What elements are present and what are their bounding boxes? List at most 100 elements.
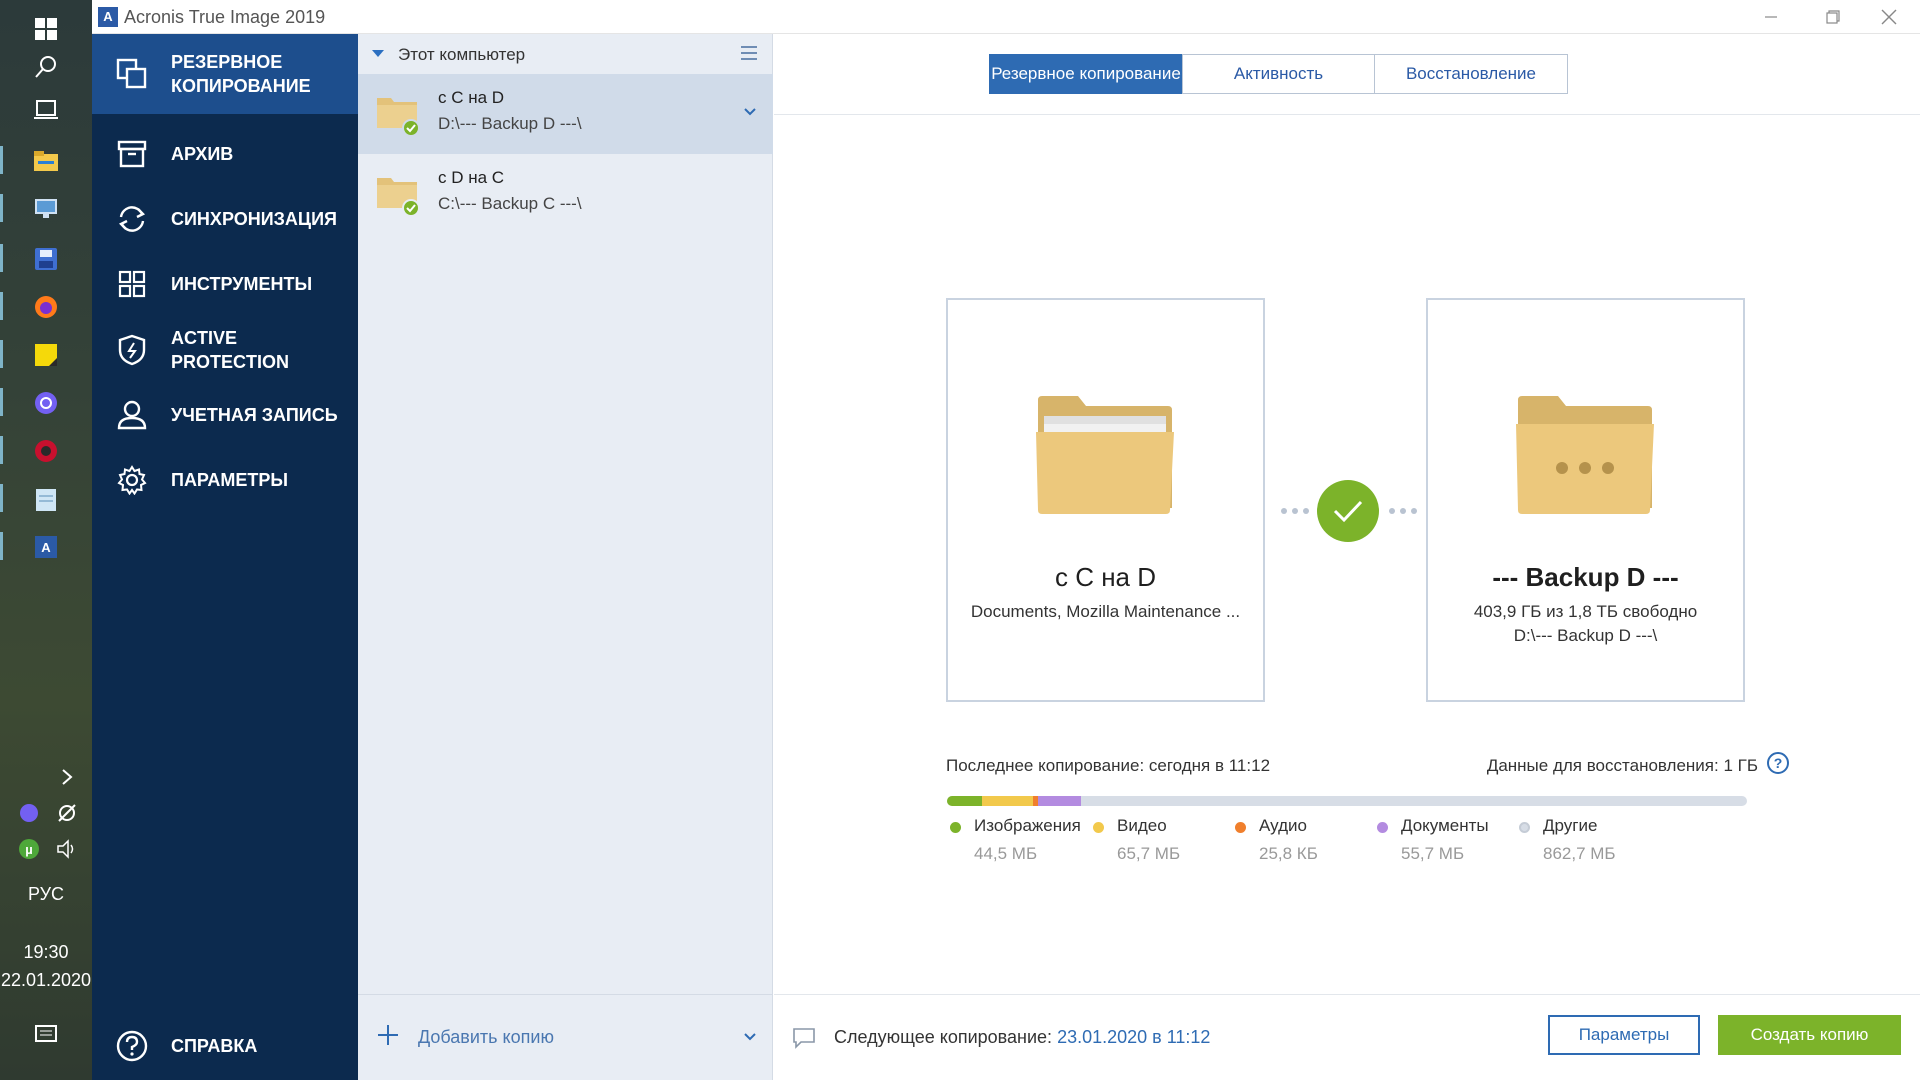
viber-tray-icon[interactable] bbox=[14, 798, 44, 828]
backup-item-path: C:\--- Backup C ---\ bbox=[438, 194, 582, 213]
backup-ok-check-icon bbox=[1317, 480, 1379, 542]
nav-label: ACTIVE PROTECTION bbox=[171, 328, 290, 372]
nav-label: ИНСТРУМЕНТЫ bbox=[171, 274, 313, 294]
next-copy-date-link[interactable]: 23.01.2020 в 11:12 bbox=[1057, 1027, 1210, 1047]
source-title: с С на D bbox=[1054, 562, 1157, 592]
running-indicator bbox=[0, 292, 3, 320]
backup-list-header[interactable]: Этот компьютер bbox=[358, 34, 773, 74]
acronis-icon[interactable]: A bbox=[31, 532, 61, 562]
nav-item-help[interactable]: СПРАВКА bbox=[92, 1006, 358, 1080]
backup-group-label: Этот компьютер bbox=[398, 45, 526, 64]
legend-category-name: Видео bbox=[1117, 816, 1167, 835]
remote-desktop-icon[interactable] bbox=[31, 194, 61, 224]
network-tray-icon[interactable] bbox=[52, 798, 82, 828]
backup-folder-ok-icon bbox=[377, 172, 421, 221]
usage-segment bbox=[947, 796, 982, 806]
running-indicator bbox=[0, 388, 3, 416]
main-content: Резервное копирование Активность Восстан… bbox=[774, 34, 1920, 1080]
backup-folder-ok-icon bbox=[377, 92, 421, 141]
source-card[interactable]: с С на D Documents, Mozilla Maintenance … bbox=[946, 298, 1265, 702]
hamburger-menu-icon[interactable] bbox=[741, 46, 757, 60]
collapse-caret-icon[interactable] bbox=[372, 50, 384, 57]
create-backup-button[interactable]: Создать копию bbox=[1718, 1015, 1901, 1055]
floppy-save-icon[interactable] bbox=[31, 244, 61, 274]
nav-item-settings[interactable]: ПАРАМЕТРЫ bbox=[92, 440, 358, 520]
running-indicator bbox=[0, 532, 3, 560]
nav-label: ПАРАМЕТРЫ bbox=[171, 470, 288, 490]
utorrent-tray-icon[interactable]: µ bbox=[14, 834, 44, 864]
next-copy-status: Следующее копирование: 23.01.2020 в 11:1… bbox=[834, 1027, 1210, 1048]
plus-icon[interactable] bbox=[376, 1023, 400, 1052]
legend-category-size: 25,8 КБ bbox=[1259, 844, 1318, 863]
close-button[interactable] bbox=[1858, 0, 1920, 34]
file-explorer-icon[interactable] bbox=[31, 146, 61, 176]
archive-box-icon bbox=[115, 137, 149, 171]
minimize-button[interactable] bbox=[1740, 0, 1802, 34]
notifications-icon[interactable] bbox=[31, 1020, 61, 1050]
backup-item-title: с D на С bbox=[438, 168, 505, 187]
running-indicator bbox=[0, 146, 3, 174]
notepad-icon[interactable] bbox=[31, 484, 61, 514]
bottom-action-bar: Следующее копирование: 23.01.2020 в 11:1… bbox=[774, 994, 1920, 1080]
search-icon[interactable] bbox=[31, 52, 61, 82]
storage-usage-bar bbox=[947, 796, 1747, 806]
add-backup-button[interactable]: Добавить копию bbox=[418, 1027, 554, 1048]
running-indicator bbox=[0, 194, 3, 222]
destination-card[interactable]: --- Backup D --- 403,9 ГБ из 1,8 ТБ своб… bbox=[1426, 298, 1745, 702]
backup-item-path: D:\--- Backup D ---\ bbox=[438, 114, 582, 133]
comment-icon[interactable] bbox=[792, 1027, 816, 1054]
chevron-down-icon[interactable] bbox=[743, 104, 757, 122]
recovery-data-size: Данные для восстановления: 1 ГБ bbox=[1486, 756, 1758, 775]
nav-label: УЧЕТНАЯ ЗАПИСЬ bbox=[171, 405, 338, 425]
viber-icon[interactable] bbox=[31, 388, 61, 418]
last-copy-status: Последнее копирование: сегодня в 11:12 bbox=[946, 756, 1271, 775]
running-indicator bbox=[0, 436, 3, 464]
settings-gear-icon bbox=[115, 463, 149, 497]
legend-category-name: Другие bbox=[1543, 816, 1598, 835]
tab-activity[interactable]: Активность bbox=[1182, 54, 1375, 94]
tabs-row: Резервное копирование Активность Восстан… bbox=[774, 34, 1920, 115]
clock-date[interactable]: 22.01.2020 bbox=[0, 970, 92, 991]
destination-path: D:\--- Backup D ---\ bbox=[1513, 626, 1658, 645]
parameters-button[interactable]: Параметры bbox=[1548, 1015, 1700, 1055]
tab-backup[interactable]: Резервное копирование bbox=[989, 54, 1183, 94]
windows-start-icon[interactable] bbox=[31, 14, 61, 44]
sticky-notes-icon[interactable] bbox=[31, 340, 61, 370]
nav-label: РЕЗЕРВНОЕ КОПИРОВАНИЕ bbox=[171, 52, 311, 96]
backup-item[interactable]: с С на D D:\--- Backup D ---\ bbox=[358, 74, 773, 154]
legend-color-dot bbox=[950, 822, 961, 833]
legend-category-size: 862,7 МБ bbox=[1543, 844, 1616, 863]
legend-category-size: 55,7 МБ bbox=[1401, 844, 1465, 863]
add-backup-bar[interactable]: Добавить копию bbox=[358, 994, 773, 1080]
svg-text:A: A bbox=[41, 540, 51, 555]
account-user-icon bbox=[115, 398, 149, 432]
backup-item[interactable]: с D на С C:\--- Backup C ---\ bbox=[358, 154, 773, 234]
media-app-icon[interactable] bbox=[31, 436, 61, 466]
running-indicator bbox=[0, 340, 3, 368]
nav-item-backup[interactable]: РЕЗЕРВНОЕ КОПИРОВАНИЕ bbox=[92, 34, 358, 114]
windows-taskbar: A µ РУС 19:30 22.01.2020 bbox=[0, 0, 92, 1080]
volume-tray-icon[interactable] bbox=[52, 834, 82, 864]
help-info-icon[interactable]: ? bbox=[1767, 752, 1789, 774]
nav-label: АРХИВ bbox=[171, 144, 234, 164]
running-indicator bbox=[0, 484, 3, 512]
acronis-logo-icon: A bbox=[98, 7, 118, 27]
show-hidden-icons-chevron[interactable] bbox=[52, 762, 82, 792]
tab-recovery[interactable]: Восстановление bbox=[1374, 54, 1568, 94]
legend-color-dot bbox=[1519, 822, 1530, 833]
svg-text:µ: µ bbox=[25, 842, 33, 857]
usage-segment bbox=[1037, 796, 1081, 806]
shield-icon bbox=[115, 333, 149, 367]
chevron-down-icon[interactable] bbox=[743, 1029, 757, 1047]
task-view-icon[interactable] bbox=[31, 94, 61, 124]
backup-item-title: с С на D bbox=[438, 88, 505, 107]
tools-grid-icon bbox=[115, 267, 149, 301]
restore-button[interactable] bbox=[1802, 0, 1864, 34]
window-titlebar: A Acronis True Image 2019 bbox=[92, 0, 1920, 34]
running-indicator bbox=[0, 244, 3, 272]
clock-time[interactable]: 19:30 bbox=[0, 942, 92, 963]
legend-color-dot bbox=[1235, 822, 1246, 833]
firefox-icon[interactable] bbox=[31, 292, 61, 322]
input-language[interactable]: РУС bbox=[0, 884, 92, 905]
nav-label: СПРАВКА bbox=[171, 1036, 258, 1056]
